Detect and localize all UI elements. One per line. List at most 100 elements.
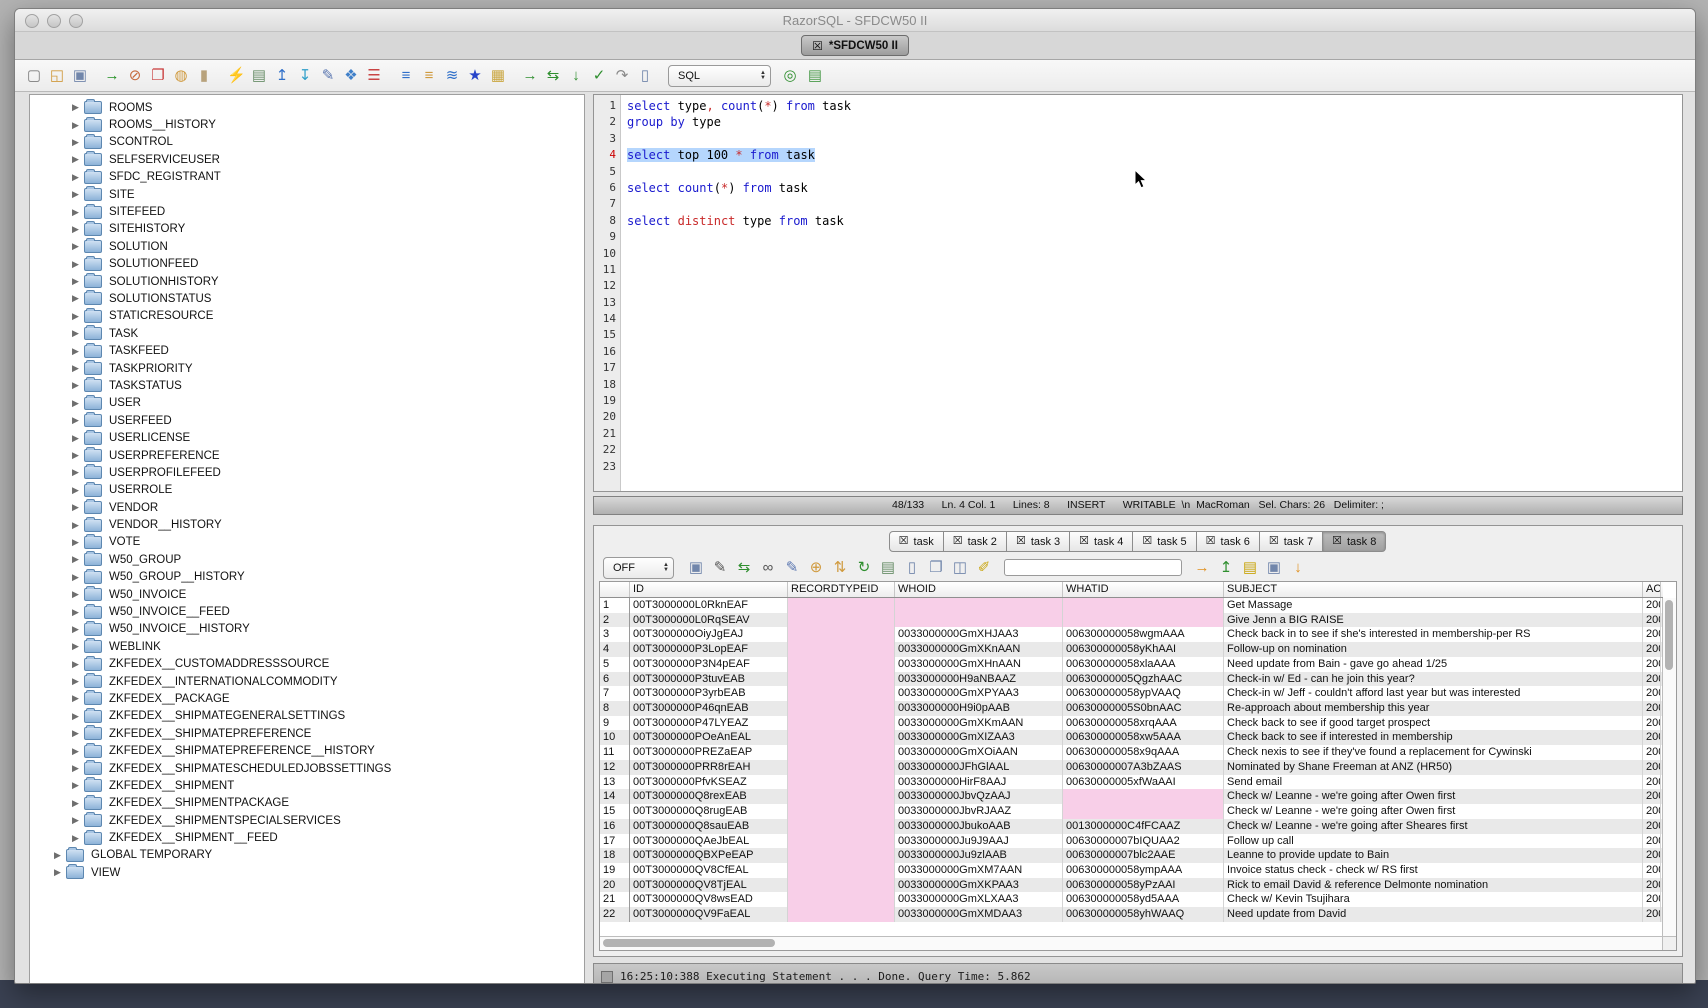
- copy-table-icon[interactable]: ◫: [951, 559, 969, 577]
- table-row[interactable]: 1000T3000000POeAnEAL0033000000GmXIZAA300…: [600, 730, 1663, 745]
- tree-item-zkfedex-shipment-feed[interactable]: ▶ZKFEDEX__SHIPMENT__FEED: [30, 829, 584, 846]
- outdent-icon[interactable]: ≡: [420, 67, 438, 85]
- copy-rows-icon[interactable]: ❐: [927, 559, 945, 577]
- disclosure-triangle-icon[interactable]: ▶: [70, 676, 81, 687]
- tree-item-userlicense[interactable]: ▶USERLICENSE: [30, 429, 584, 446]
- tree-item-solutionfeed[interactable]: ▶SOLUTIONFEED: [30, 256, 584, 273]
- disclosure-triangle-icon[interactable]: ▶: [70, 154, 81, 165]
- tree-item-selfserviceuser[interactable]: ▶SELFSERVICEUSER: [30, 151, 584, 168]
- tree-item-taskpriority[interactable]: ▶TASKPRIORITY: [30, 360, 584, 377]
- table-row[interactable]: 1400T3000000Q8rexEAB0033000000JbvQzAAJCh…: [600, 789, 1663, 804]
- column-header-id[interactable]: ID: [630, 582, 788, 597]
- table-row[interactable]: 200T3000000L0RqSEAVGive Jenn a BIG RAISE…: [600, 613, 1663, 628]
- tree-item-zkfedex-package[interactable]: ▶ZKFEDEX__PACKAGE: [30, 690, 584, 707]
- connections-icon[interactable]: ▮: [195, 67, 213, 85]
- close-tab-icon[interactable]: ☒: [1016, 536, 1026, 547]
- table-row[interactable]: 1500T3000000Q8rugEAB0033000000JbvRJAAZCh…: [600, 804, 1663, 819]
- disclosure-triangle-icon[interactable]: ▶: [70, 450, 81, 461]
- tree-item-userpreference[interactable]: ▶USERPREFERENCE: [30, 447, 584, 464]
- format-sql-icon[interactable]: ≋: [443, 67, 461, 85]
- disclosure-triangle-icon[interactable]: ▶: [70, 172, 81, 183]
- go-forward-icon[interactable]: →: [521, 67, 539, 85]
- fetch-down-icon[interactable]: ↓: [567, 67, 585, 85]
- new-connection-icon[interactable]: ◍: [172, 67, 190, 85]
- column-header-subject[interactable]: SUBJECT: [1224, 582, 1643, 597]
- tree-item-sitehistory[interactable]: ▶SITEHISTORY: [30, 221, 584, 238]
- view-record-icon[interactable]: ∞: [759, 559, 777, 577]
- disclosure-triangle-icon[interactable]: ▶: [70, 554, 81, 565]
- disclosure-triangle-icon[interactable]: ▶: [70, 293, 81, 304]
- disclosure-triangle-icon[interactable]: ▶: [70, 467, 81, 478]
- result-tab-task-6[interactable]: ☒task 6: [1196, 531, 1260, 552]
- disclosure-triangle-icon[interactable]: ▶: [70, 502, 81, 513]
- move-row-icon[interactable]: ⇅: [831, 559, 849, 577]
- download-results-icon[interactable]: ↓: [1289, 559, 1307, 577]
- results-search-input[interactable]: [1004, 559, 1182, 576]
- tree-item-sfdc-registrant[interactable]: ▶SFDC_REGISTRANT: [30, 169, 584, 186]
- tree-item-w50-invoice[interactable]: ▶W50_INVOICE: [30, 586, 584, 603]
- close-tab-icon[interactable]: ☒: [1206, 536, 1216, 547]
- import-data-icon[interactable]: ↧: [296, 67, 314, 85]
- disclosure-triangle-icon[interactable]: ▶: [70, 711, 81, 722]
- tree-item-weblink[interactable]: ▶WEBLINK: [30, 638, 584, 655]
- save-grid-icon[interactable]: ▣: [1265, 559, 1283, 577]
- table-row[interactable]: 2000T3000000QV8TjEAL0033000000GmXKPAA300…: [600, 878, 1663, 893]
- table-row[interactable]: 2100T3000000QV8wsEAD0033000000GmXLXAA300…: [600, 892, 1663, 907]
- disclosure-triangle-icon[interactable]: ▶: [70, 780, 81, 791]
- tree-item-zkfedex-shipmategeneralsettings[interactable]: ▶ZKFEDEX__SHIPMATEGENERALSETTINGS: [30, 708, 584, 725]
- table-row[interactable]: 900T3000000P47LYEAZ0033000000GmXKmAAN006…: [600, 716, 1663, 731]
- table-row[interactable]: 1600T3000000Q8sauEAB0033000000JbukoAAB00…: [600, 819, 1663, 834]
- tree-item-w50-invoice-feed[interactable]: ▶W50_INVOICE__FEED: [30, 603, 584, 620]
- table-row[interactable]: 400T3000000P3LopEAF0033000000GmXKnAAN006…: [600, 642, 1663, 657]
- tree-item-userfeed[interactable]: ▶USERFEED: [30, 412, 584, 429]
- table-row[interactable]: 700T3000000P3yrbEAB0033000000GmXPYAA3006…: [600, 686, 1663, 701]
- export-results-icon[interactable]: ↥: [1217, 559, 1235, 577]
- script-results-icon[interactable]: ▤: [1241, 559, 1259, 577]
- disclosure-triangle-icon[interactable]: ▶: [70, 537, 81, 548]
- tree-item-w50-group[interactable]: ▶W50_GROUP: [30, 551, 584, 568]
- statement-list-icon[interactable]: ▤: [806, 67, 824, 85]
- horizontal-scrollbar[interactable]: [600, 936, 1663, 950]
- sql-editor[interactable]: 1234567891011121314151617181920212223 se…: [593, 94, 1683, 492]
- tree-item-zkfedex-shipmatepreference-history[interactable]: ▶ZKFEDEX__SHIPMATEPREFERENCE__HISTORY: [30, 742, 584, 759]
- tree-item-staticresource[interactable]: ▶STATICRESOURCE: [30, 308, 584, 325]
- edit-table-icon[interactable]: ▦: [489, 67, 507, 85]
- disclosure-triangle-icon[interactable]: ▶: [70, 607, 81, 618]
- tree-item-zkfedex-shipmentspecialservices[interactable]: ▶ZKFEDEX__SHIPMENTSPECIALSERVICES: [30, 812, 584, 829]
- result-tab-task-4[interactable]: ☒task 4: [1069, 531, 1133, 552]
- tree-item-zkfedex-shipmatepreference[interactable]: ▶ZKFEDEX__SHIPMATEPREFERENCE: [30, 725, 584, 742]
- favorites-icon[interactable]: ★: [466, 67, 484, 85]
- table-row[interactable]: 1700T3000000QAeJbEAL0033000000Ju9J9AAJ00…: [600, 834, 1663, 849]
- result-tab-task-7[interactable]: ☒task 7: [1259, 531, 1323, 552]
- title-bar[interactable]: RazorSQL - SFDCW50 II: [15, 9, 1695, 32]
- tree-item-global-temporary[interactable]: ▶GLOBAL TEMPORARY: [30, 847, 584, 864]
- clipboard-icon[interactable]: ▯: [636, 67, 654, 85]
- check-syntax-icon[interactable]: ✓: [590, 67, 608, 85]
- table-tree-icon[interactable]: ▤: [879, 559, 897, 577]
- tree-item-vendor-history[interactable]: ▶VENDOR__HISTORY: [30, 516, 584, 533]
- close-document-icon[interactable]: ☒: [812, 40, 823, 52]
- tree-item-userrole[interactable]: ▶USERROLE: [30, 482, 584, 499]
- disclosure-triangle-icon[interactable]: ▶: [52, 867, 63, 878]
- tree-item-user[interactable]: ▶USER: [30, 395, 584, 412]
- result-tab-task-3[interactable]: ☒task 3: [1006, 531, 1070, 552]
- result-tab-task[interactable]: ☒task: [889, 531, 944, 552]
- tree-item-solutionhistory[interactable]: ▶SOLUTIONHISTORY: [30, 273, 584, 290]
- disclosure-triangle-icon[interactable]: ▶: [70, 398, 81, 409]
- tree-item-rooms[interactable]: ▶ROOMS: [30, 99, 584, 116]
- page-view-icon[interactable]: ▯: [903, 559, 921, 577]
- tree-item-vendor[interactable]: ▶VENDOR: [30, 499, 584, 516]
- disclosure-triangle-icon[interactable]: ▶: [70, 328, 81, 339]
- disclosure-triangle-icon[interactable]: ▶: [70, 641, 81, 652]
- edit-record-icon[interactable]: ✎: [783, 559, 801, 577]
- table-row[interactable]: 1800T3000000QBXPeEAP0033000000Ju9zlAAB00…: [600, 848, 1663, 863]
- close-tab-icon[interactable]: ☒: [899, 536, 909, 547]
- column-header-whatid[interactable]: WHATID: [1063, 582, 1224, 597]
- indent-icon[interactable]: ≡: [397, 67, 415, 85]
- new-file-icon[interactable]: ▢: [25, 67, 43, 85]
- limit-dropdown[interactable]: OFF ▲▼: [603, 557, 674, 579]
- column-header-recordtypeid[interactable]: RECORDTYPEID: [788, 582, 895, 597]
- save-file-icon[interactable]: ▣: [71, 67, 89, 85]
- disclosure-triangle-icon[interactable]: ▶: [70, 276, 81, 287]
- disclosure-triangle-icon[interactable]: ▶: [70, 728, 81, 739]
